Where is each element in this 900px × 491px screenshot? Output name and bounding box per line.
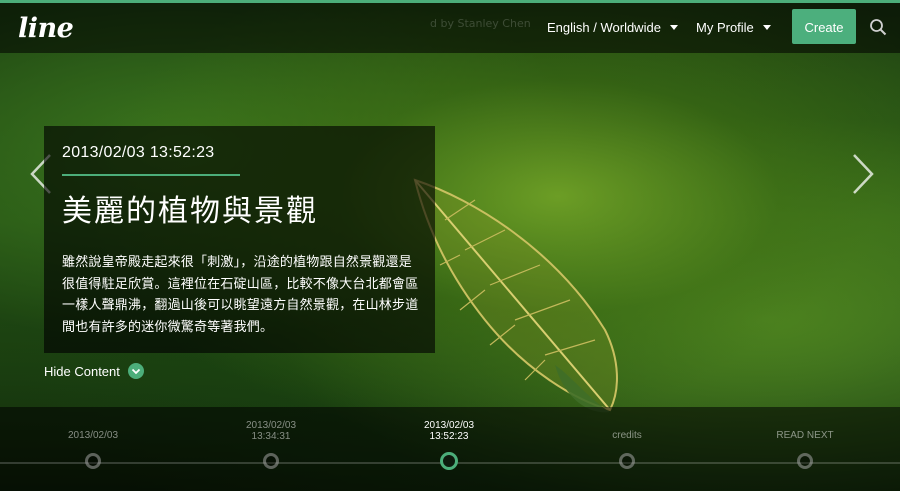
caret-down-icon (669, 25, 678, 30)
caret-down-icon (762, 25, 771, 30)
timeline-label[interactable]: 2013/02/03 13:52:23 (389, 420, 509, 442)
timeline-label-date: 2013/02/03 (67, 430, 119, 441)
timeline-bar: 2013/02/03 2013/02/03 13:34:31 2013/02/03 13… (0, 407, 900, 491)
post-title: 美麗的植物與景觀 (62, 194, 318, 229)
language-label: English / Worldwide (547, 20, 661, 35)
timeline-label-date: 2013/02/03 (423, 420, 475, 431)
top-navigation-bar: line d by Stanley Chen English / Worldwi… (0, 3, 900, 53)
chevron-down-icon (127, 363, 144, 379)
create-button[interactable]: Create (792, 9, 856, 44)
chevron-right-icon[interactable] (848, 152, 878, 196)
leaf-background-image (413, 178, 618, 413)
search-icon[interactable] (869, 18, 887, 36)
timeline-label-time: 13:34:31 (251, 431, 291, 442)
timeline-label-date: 2013/02/03 (245, 420, 297, 431)
hide-content-button[interactable]: Hide Content (44, 363, 144, 379)
timeline-label-date: READ NEXT (776, 430, 834, 441)
hide-content-label: Hide Content (44, 363, 120, 379)
timeline-label[interactable]: credits (567, 430, 687, 441)
timeline-label-date: credits (612, 430, 642, 441)
timeline-label[interactable]: 2013/02/03 13:34:31 (211, 420, 331, 442)
post-timestamp: 2013/02/03 13:52:23 (62, 144, 215, 161)
timeline-stop[interactable] (263, 453, 279, 469)
photo-credit: d by Stanley Chen (430, 17, 531, 30)
timeline-stop[interactable] (619, 453, 635, 469)
timeline-label[interactable]: 2013/02/03 (33, 430, 153, 441)
timeline-stop[interactable] (85, 453, 101, 469)
language-selector[interactable]: English / Worldwide (547, 20, 678, 35)
story-viewer: line d by Stanley Chen English / Worldwi… (0, 0, 900, 491)
post-body: 雖然說皇帝殿走起來很「刺激」，沿途的植物跟自然景觀還是很值得駐足欣賞。這裡位在石… (62, 255, 419, 335)
timeline-stop[interactable] (797, 453, 813, 469)
title-divider (62, 174, 240, 176)
logo[interactable]: line (18, 13, 74, 44)
timeline-label[interactable]: READ NEXT (745, 430, 865, 441)
profile-menu[interactable]: My Profile (696, 20, 771, 35)
timeline-stop-active[interactable] (440, 452, 458, 470)
profile-label: My Profile (696, 20, 754, 35)
post-content-panel: 2013/02/03 13:52:23 美麗的植物與景觀 雖然說皇帝殿走起來很「… (44, 126, 435, 353)
timeline-label-time: 13:52:23 (429, 431, 469, 442)
